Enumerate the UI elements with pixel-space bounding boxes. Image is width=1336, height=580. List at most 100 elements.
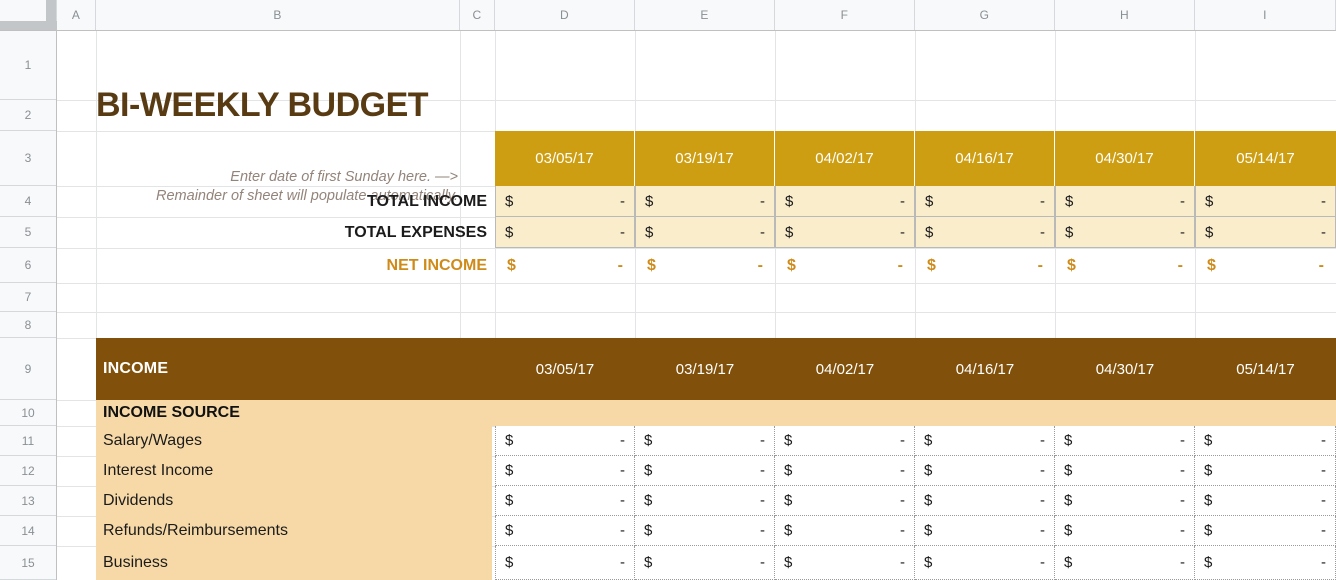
row-header-bar: 1 2 3 4 5 6 7 8 9 10 11 12 13 14 15 — [0, 31, 57, 580]
summary-value-cell[interactable]: $ - — [915, 217, 1055, 248]
currency-symbol: $ — [784, 522, 793, 539]
income-value-cell[interactable]: $ - — [495, 546, 635, 580]
summary-date-cell[interactable]: 03/05/17 — [495, 131, 635, 186]
income-value-cell[interactable]: $ - — [635, 486, 775, 516]
summary-date-cell[interactable]: 04/02/17 — [775, 131, 915, 186]
summary-value-cell[interactable]: $ - — [1195, 186, 1336, 217]
row-header-3[interactable]: 3 — [0, 131, 56, 186]
income-value-cell[interactable]: $ - — [915, 546, 1055, 580]
summary-value-cell[interactable]: $ - — [775, 186, 915, 217]
income-value-cell[interactable]: $ - — [495, 486, 635, 516]
currency-symbol: $ — [1205, 192, 1214, 210]
income-value-cell[interactable]: $ - — [495, 456, 635, 486]
summary-value-cell[interactable]: $ - — [915, 186, 1055, 217]
row-header-4[interactable]: 4 — [0, 186, 56, 217]
income-value-cell[interactable]: $ - — [1195, 546, 1336, 580]
column-header-c[interactable]: C — [460, 0, 495, 30]
summary-value-cell[interactable]: $ - — [1055, 248, 1195, 283]
column-header-d[interactable]: D — [495, 0, 635, 30]
summary-value-cell[interactable]: $ - — [635, 217, 775, 248]
row-header-13[interactable]: 13 — [0, 486, 56, 516]
income-value-cell[interactable]: $ - — [1055, 546, 1195, 580]
income-value-cell[interactable]: $ - — [635, 426, 775, 456]
row-header-14[interactable]: 14 — [0, 516, 56, 546]
summary-date-cell[interactable]: 04/30/17 — [1055, 131, 1195, 186]
summary-value-cell[interactable]: $ - — [775, 217, 915, 248]
income-value-cell[interactable]: $ - — [915, 486, 1055, 516]
income-date-cell[interactable]: 04/30/17 — [1055, 338, 1195, 400]
currency-symbol: $ — [924, 462, 933, 479]
income-value-cell[interactable]: $ - — [775, 456, 915, 486]
income-value-cell[interactable]: $ - — [775, 486, 915, 516]
income-date-cell[interactable]: 05/14/17 — [1195, 338, 1336, 400]
row-header-15[interactable]: 15 — [0, 546, 56, 580]
income-value-cell[interactable]: $ - — [1055, 426, 1195, 456]
summary-date-cell[interactable]: 05/14/17 — [1195, 131, 1336, 186]
income-value-cell[interactable]: $ - — [915, 516, 1055, 546]
summary-value-cell[interactable]: $ - — [915, 248, 1055, 283]
income-value-cell[interactable]: $ - — [1055, 486, 1195, 516]
income-value-cell[interactable]: $ - — [1055, 456, 1195, 486]
row-header-5[interactable]: 5 — [0, 217, 56, 248]
row-header-6[interactable]: 6 — [0, 248, 56, 283]
income-value-cell[interactable]: $ - — [1195, 426, 1336, 456]
cell-amount: - — [900, 432, 905, 449]
currency-symbol: $ — [505, 522, 514, 539]
summary-value-cell[interactable]: $ - — [775, 248, 915, 283]
column-header-b[interactable]: B — [96, 0, 460, 30]
column-header-e[interactable]: E — [635, 0, 775, 30]
summary-value-cell[interactable]: $ - — [1195, 248, 1336, 283]
income-value-cell[interactable]: $ - — [635, 546, 775, 580]
currency-symbol: $ — [925, 192, 934, 210]
income-value-cell[interactable]: $ - — [775, 516, 915, 546]
column-header-f[interactable]: F — [775, 0, 915, 30]
income-value-cell[interactable]: $ - — [635, 516, 775, 546]
summary-value-cell[interactable]: $ - — [495, 217, 635, 248]
row-header-2[interactable]: 2 — [0, 100, 56, 131]
cell-amount: - — [620, 223, 625, 241]
income-value-cell[interactable]: $ - — [1195, 456, 1336, 486]
row-header-11[interactable]: 11 — [0, 426, 56, 456]
currency-symbol: $ — [645, 192, 654, 210]
summary-value-cell[interactable]: $ - — [495, 186, 635, 217]
income-value-cell[interactable]: $ - — [915, 456, 1055, 486]
summary-value-cell[interactable]: $ - — [635, 248, 775, 283]
summary-date-cell[interactable]: 04/16/17 — [915, 131, 1055, 186]
currency-symbol: $ — [924, 492, 933, 509]
select-all-corner[interactable] — [0, 0, 57, 30]
currency-symbol: $ — [784, 492, 793, 509]
summary-value-cell[interactable]: $ - — [1195, 217, 1336, 248]
income-value-cell[interactable]: $ - — [635, 456, 775, 486]
column-header-bar: ABCDEFGHI — [0, 0, 1336, 31]
income-value-cell[interactable]: $ - — [1195, 516, 1336, 546]
income-value-cell[interactable]: $ - — [495, 516, 635, 546]
row-header-10[interactable]: 10 — [0, 400, 56, 426]
income-value-cell[interactable]: $ - — [915, 426, 1055, 456]
summary-value-cell[interactable]: $ - — [495, 248, 635, 283]
summary-value-cell[interactable]: $ - — [1055, 186, 1195, 217]
income-value-cell[interactable]: $ - — [495, 426, 635, 456]
income-value-cell[interactable]: $ - — [1195, 486, 1336, 516]
column-header-g[interactable]: G — [915, 0, 1055, 30]
summary-value-cell[interactable]: $ - — [635, 186, 775, 217]
income-value-cell[interactable]: $ - — [1055, 516, 1195, 546]
row-header-9[interactable]: 9 — [0, 338, 56, 400]
summary-date-cell[interactable]: 03/19/17 — [635, 131, 775, 186]
summary-value-cell[interactable]: $ - — [1055, 217, 1195, 248]
row-header-7[interactable]: 7 — [0, 283, 56, 312]
income-date-cell[interactable]: 03/05/17 — [495, 338, 635, 400]
income-date-cell[interactable]: 04/16/17 — [915, 338, 1055, 400]
select-all-triangle — [46, 0, 56, 30]
column-header-h[interactable]: H — [1055, 0, 1195, 30]
column-header-i[interactable]: I — [1195, 0, 1336, 30]
income-value-cell[interactable]: $ - — [775, 426, 915, 456]
row-header-1[interactable]: 1 — [0, 31, 56, 100]
income-value-cell[interactable]: $ - — [775, 546, 915, 580]
row-header-8[interactable]: 8 — [0, 312, 56, 338]
income-date-cell[interactable]: 04/02/17 — [775, 338, 915, 400]
row-header-12[interactable]: 12 — [0, 456, 56, 486]
summary-row-label: NET INCOME — [386, 256, 487, 274]
income-date-cell[interactable]: 03/19/17 — [635, 338, 775, 400]
column-header-a[interactable]: A — [57, 0, 96, 30]
cell-amount: - — [760, 462, 765, 479]
